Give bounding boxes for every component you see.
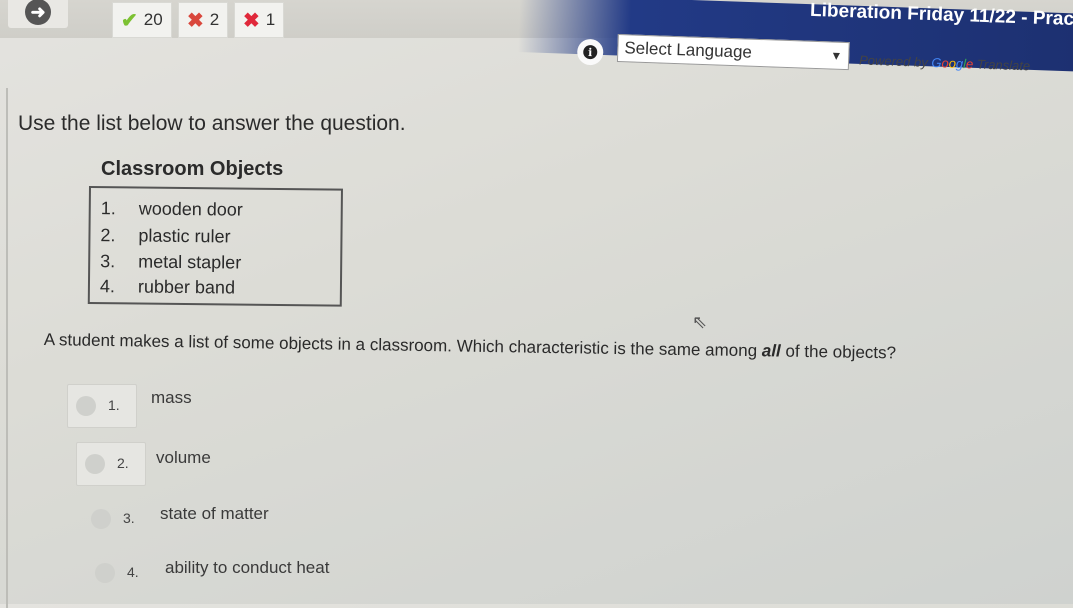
choice-label[interactable]: state of matter (160, 504, 269, 524)
list-title: Classroom Objects (101, 158, 284, 180)
list-item: 3. metal stapler (100, 251, 242, 273)
partial-x-icon: ✖ (187, 9, 204, 32)
mouse-cursor-icon: ⇖ (692, 312, 708, 332)
powered-by-google-translate[interactable]: Powered by Google Translate (859, 52, 1031, 73)
info-button[interactable]: i (576, 38, 604, 66)
radio-button[interactable] (85, 454, 105, 474)
checkmark-icon: ✔ (121, 9, 138, 32)
x-icon: ✖ (243, 9, 260, 32)
question-text: A student makes a list of some objects i… (43, 330, 897, 363)
score-incorrect-value: 1 (265, 10, 276, 29)
next-button[interactable]: ➜ (8, 0, 68, 28)
choice-radio-box[interactable]: 1. (67, 384, 137, 428)
choice-radio-box[interactable]: 4. (86, 551, 156, 595)
list-item: 2. plastic ruler (100, 225, 231, 247)
radio-button[interactable] (95, 563, 115, 583)
choice-label[interactable]: volume (156, 448, 211, 468)
choice-label[interactable]: mass (151, 388, 192, 408)
score-partial: ✖ 2 (178, 2, 229, 38)
radio-button[interactable] (76, 396, 96, 416)
answer-choice-4[interactable]: 4. (86, 551, 156, 595)
arrow-right-icon: ➜ (25, 0, 51, 25)
score-incorrect: ✖ 1 (234, 2, 285, 38)
answer-choice-2[interactable]: 2. (76, 442, 146, 486)
choice-radio-box[interactable]: 2. (76, 442, 146, 486)
score-correct-value: 20 (143, 10, 163, 29)
language-select[interactable]: Select Language ▼ (616, 34, 850, 71)
list-item: 4. rubber band (99, 276, 236, 298)
chevron-down-icon: ▼ (830, 48, 843, 63)
list-item: 1. wooden door (100, 198, 243, 220)
objects-list: 1. wooden door 2. plastic ruler 3. metal st… (87, 186, 343, 307)
instruction-text: Use the list below to answer the questio… (18, 112, 406, 135)
content-border (6, 88, 8, 608)
score-partial-value: 2 (209, 10, 220, 29)
info-icon: i (583, 44, 598, 60)
score-correct: ✔ 20 (112, 2, 172, 38)
choice-radio-box[interactable]: 3. (82, 497, 152, 541)
radio-button[interactable] (91, 509, 111, 529)
answer-choice-1[interactable]: 1. (67, 384, 137, 428)
language-select-label: Select Language (624, 38, 753, 62)
answer-choice-3[interactable]: 3. (82, 497, 152, 541)
choice-label[interactable]: ability to conduct heat (165, 558, 329, 578)
